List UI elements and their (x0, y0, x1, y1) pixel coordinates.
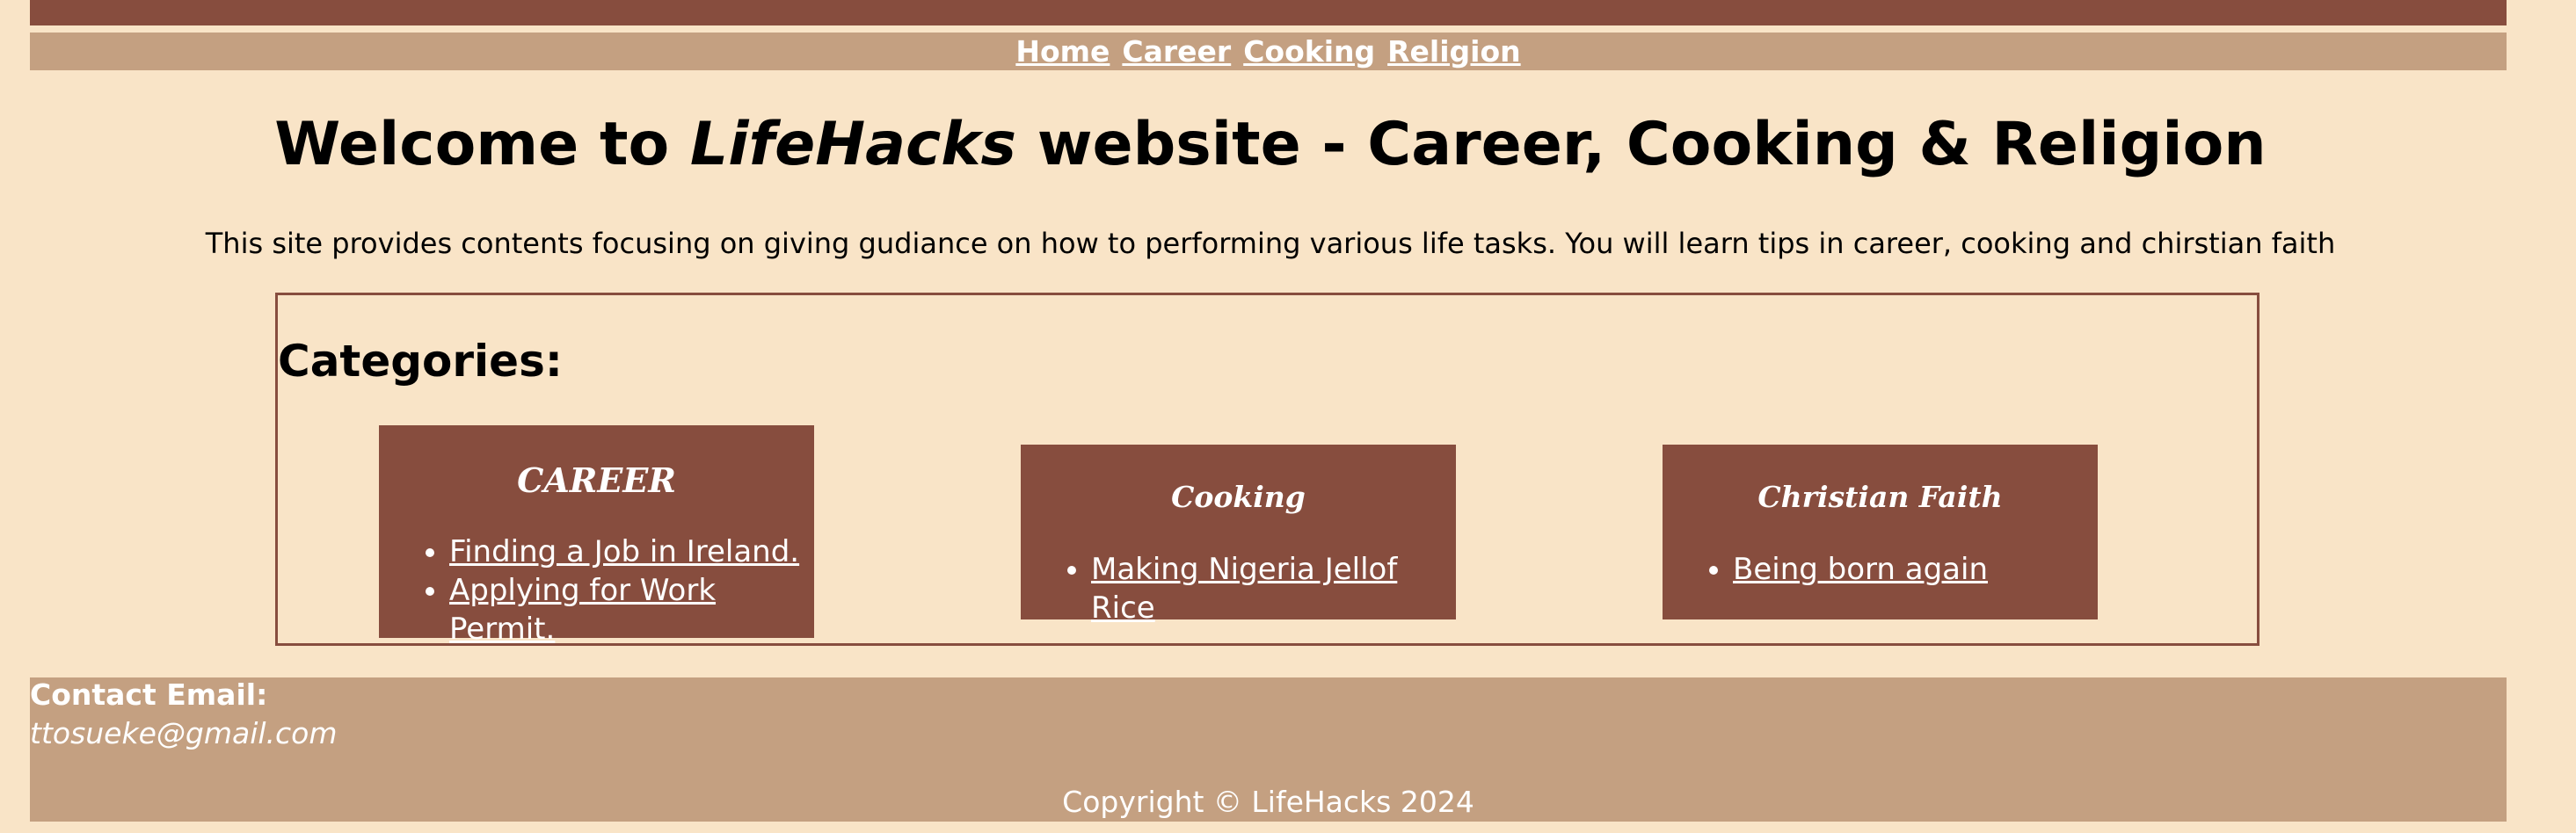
nav-link-home[interactable]: Home (1015, 34, 1110, 69)
contact-email: ttosueke@gmail.com (30, 716, 338, 750)
faith-link-born-again[interactable]: Being born again (1733, 552, 1988, 587)
page-title-prefix: Welcome to (274, 110, 690, 179)
cooking-card-title: Cooking (1171, 480, 1306, 514)
nav-link-career[interactable]: Career (1122, 34, 1231, 69)
career-link-job-ireland[interactable]: Finding a Job in Ireland. (449, 534, 799, 569)
faith-card: Christian Faith Being born again (1663, 445, 2098, 619)
cooking-link-jellof-rice[interactable]: Making Nigeria Jellof Rice (1091, 552, 1397, 626)
page-title-suffix: website - Career, Cooking & Religion (1016, 110, 2267, 179)
list-item: Making Nigeria Jellof Rice (1091, 550, 1456, 627)
career-card-title: CAREER (517, 460, 676, 500)
career-card: CAREER Finding a Job in Ireland. Applyin… (379, 425, 814, 647)
nav-link-religion[interactable]: Religion (1387, 34, 1521, 69)
page-title: Welcome to LifeHacks website - Career, C… (0, 110, 2541, 179)
career-link-list: Finding a Job in Ireland. Applying for W… (379, 532, 814, 648)
cooking-link-list: Making Nigeria Jellof Rice (1021, 550, 1456, 627)
copyright-text: Copyright © LifeHacks 2024 (1062, 785, 1474, 819)
top-bar (30, 0, 2507, 25)
cooking-card: Cooking Making Nigeria Jellof Rice (1021, 445, 1456, 626)
list-item: Being born again (1733, 550, 2098, 589)
contact-label: Contact Email: (30, 677, 268, 712)
list-item: Applying for Work Permit. (449, 571, 814, 648)
categories-section: Categories: CAREER Finding a Job in Irel… (275, 293, 2259, 647)
career-link-work-permit[interactable]: Applying for Work Permit. (449, 573, 716, 647)
intro-text: This site provides contents focusing on … (205, 227, 2336, 260)
nav-link-cooking[interactable]: Cooking (1243, 34, 1375, 69)
faith-link-list: Being born again (1663, 550, 2098, 589)
main-nav: Home Career Cooking Religion (30, 33, 2507, 70)
faith-card-title: Christian Faith (1757, 480, 2003, 514)
categories-heading: Categories: (278, 336, 563, 387)
page-title-brand: LifeHacks (689, 110, 1017, 179)
list-item: Finding a Job in Ireland. (449, 532, 814, 571)
footer: Contact Email: ttosueke@gmail.com Copyri… (30, 677, 2507, 822)
